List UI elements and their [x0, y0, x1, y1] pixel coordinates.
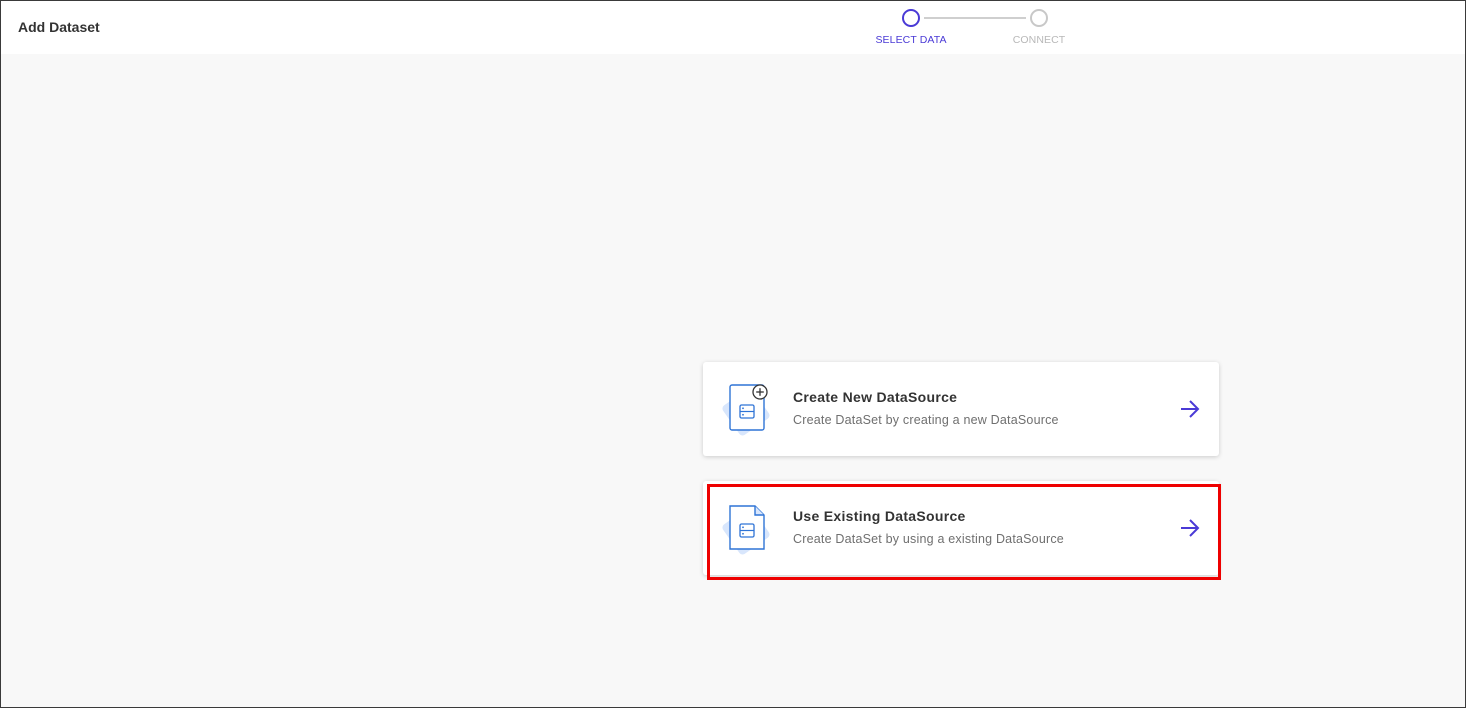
step-connector: [924, 17, 1026, 19]
card-title: Use Existing DataSource: [793, 508, 966, 524]
card-description: Create DataSet by using a existing DataS…: [793, 532, 1064, 546]
document-plus-icon: [722, 384, 770, 436]
stepper: SELECT DATA CONNECT: [1, 1, 1465, 54]
step-select-data-label: SELECT DATA: [875, 34, 947, 46]
document-icon: [722, 505, 770, 555]
card-title: Create New DataSource: [793, 389, 958, 405]
step-select-data-indicator: [902, 9, 920, 27]
step-connect-label: CONNECT: [1012, 34, 1066, 46]
arrow-right-icon[interactable]: [1179, 518, 1201, 538]
step-connect-indicator: [1030, 9, 1048, 27]
app-frame: Add Dataset SELECT DATA CONNECT Create N…: [0, 0, 1466, 708]
card-description: Create DataSet by creating a new DataSou…: [793, 413, 1059, 427]
page-header: Add Dataset SELECT DATA CONNECT: [1, 1, 1465, 54]
create-new-datasource-card[interactable]: Create New DataSource Create DataSet by …: [703, 362, 1219, 456]
arrow-right-icon[interactable]: [1179, 399, 1201, 419]
use-existing-datasource-card[interactable]: Use Existing DataSource Create DataSet b…: [703, 481, 1219, 575]
